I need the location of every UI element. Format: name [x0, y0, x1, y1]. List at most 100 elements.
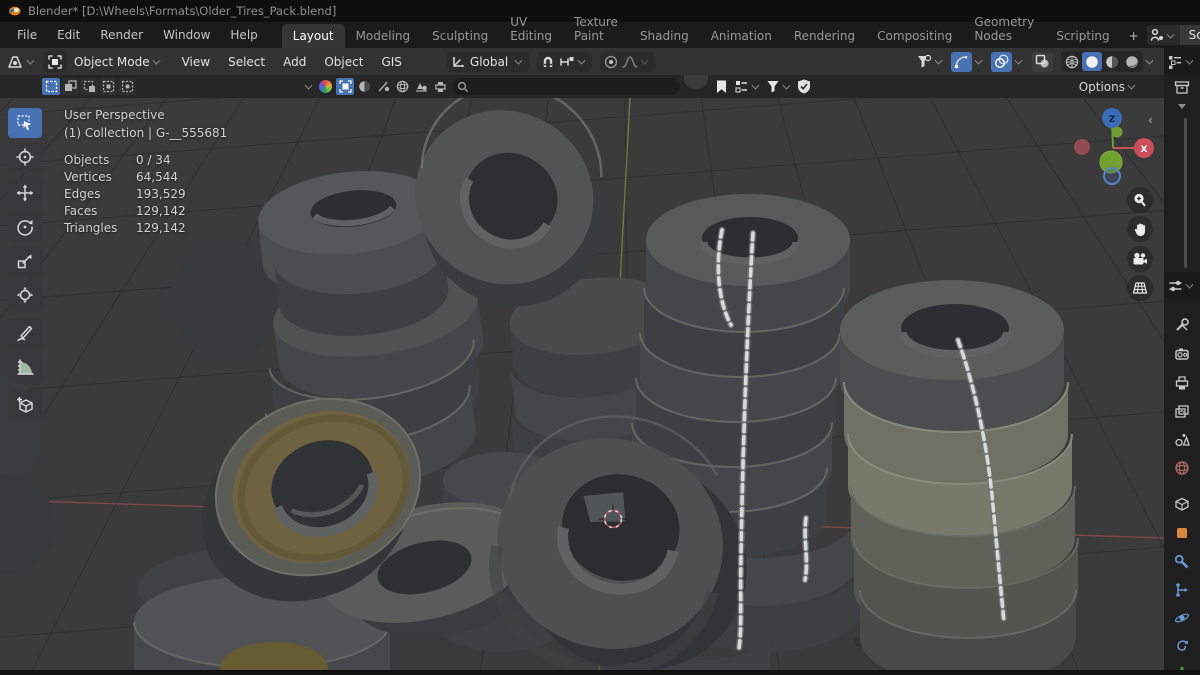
- blenderkit-hdr-button[interactable]: [393, 78, 411, 95]
- tab-texture-paint[interactable]: Texture Paint: [563, 10, 629, 48]
- perspective-toggle-button[interactable]: [1127, 275, 1153, 301]
- tab-shading[interactable]: Shading: [629, 24, 700, 48]
- menu-file[interactable]: File: [7, 24, 47, 46]
- menu-view[interactable]: View: [173, 51, 219, 73]
- blenderkit-assetbar-tab-icon[interactable]: [684, 75, 708, 89]
- properties-tab-physics[interactable]: [1164, 606, 1200, 630]
- select-mode-subtract-button[interactable]: [80, 78, 98, 95]
- select-mode-set-button[interactable]: [42, 78, 60, 95]
- zoom-button[interactable]: [1127, 187, 1153, 213]
- show-gizmo-toggle[interactable]: [951, 51, 972, 72]
- mode-icon-button[interactable]: [43, 51, 67, 72]
- add-workspace-button[interactable]: +: [1121, 24, 1147, 48]
- asset-library-button[interactable]: [735, 80, 762, 93]
- zoom-icon: [1134, 193, 1146, 207]
- menu-window[interactable]: Window: [153, 24, 220, 46]
- tool-move[interactable]: [8, 178, 42, 208]
- editor-type-button[interactable]: [6, 54, 37, 70]
- tool-scale[interactable]: [8, 246, 42, 276]
- properties-tab-particles[interactable]: [1164, 634, 1200, 658]
- chevron-down-icon: [1166, 30, 1175, 38]
- chevron-down-icon[interactable]: [304, 81, 313, 90]
- tool-measure[interactable]: [8, 352, 42, 382]
- tab-compositing[interactable]: Compositing: [866, 24, 963, 48]
- shading-rendered-button[interactable]: [1122, 52, 1142, 71]
- tab-layout[interactable]: Layout: [281, 24, 345, 48]
- pan-button[interactable]: [1127, 216, 1153, 242]
- transform-orientation[interactable]: Global: [446, 51, 530, 72]
- menu-edit[interactable]: Edit: [47, 24, 90, 46]
- properties-tab-view-layer[interactable]: [1164, 400, 1200, 424]
- blenderkit-brush-button[interactable]: [374, 78, 392, 95]
- outliner-scroll-up[interactable]: [1164, 100, 1200, 112]
- chevron-down-icon: [1145, 56, 1154, 65]
- outliner-filter-row[interactable]: [1164, 75, 1200, 100]
- gizmo-minus-z-ball[interactable]: [1103, 167, 1121, 185]
- tool-annotate[interactable]: [8, 318, 42, 348]
- menu-object[interactable]: Object: [315, 51, 372, 73]
- properties-tab-scene[interactable]: [1164, 428, 1200, 452]
- menu-select[interactable]: Select: [219, 51, 274, 73]
- properties-tab-modifiers[interactable]: [1164, 550, 1200, 574]
- properties-tab-constraints[interactable]: [1164, 578, 1200, 602]
- select-mode-extend-button[interactable]: [61, 78, 79, 95]
- tool-select-box[interactable]: [8, 108, 42, 138]
- outliner-header[interactable]: [1164, 48, 1200, 75]
- filter-button[interactable]: [766, 80, 793, 93]
- tool-rotate[interactable]: [8, 212, 42, 242]
- bookmark-icon[interactable]: [716, 80, 727, 94]
- shading-material-button[interactable]: [1102, 52, 1122, 71]
- menu-gis[interactable]: GIS: [372, 51, 410, 73]
- tab-modeling[interactable]: Modeling: [345, 24, 422, 48]
- blenderkit-printable-button[interactable]: [431, 78, 449, 95]
- gizmo-y-small-ball[interactable]: [1111, 126, 1123, 138]
- properties-header[interactable]: [1164, 272, 1200, 299]
- tab-rendering[interactable]: Rendering: [783, 24, 866, 48]
- select-mode-invert-button[interactable]: [99, 78, 117, 95]
- scene-name[interactable]: Scene: [1179, 25, 1200, 45]
- scene-browse-button[interactable]: [1146, 25, 1180, 45]
- tab-sculpting[interactable]: Sculpting: [421, 24, 499, 48]
- menu-help[interactable]: Help: [220, 24, 267, 46]
- outliner-scrollbar[interactable]: [1184, 118, 1187, 268]
- sidebar-collapse-arrow[interactable]: ‹: [1148, 113, 1153, 127]
- mode-selector[interactable]: Object Mode: [74, 55, 150, 69]
- shading-solid-button[interactable]: [1082, 52, 1102, 71]
- blenderkit-model-button[interactable]: [336, 78, 354, 95]
- object-types-visibility-button[interactable]: [916, 54, 945, 69]
- perspective-grid-icon: [1132, 282, 1148, 294]
- camera-view-button[interactable]: [1127, 246, 1153, 272]
- scene-canvas[interactable]: [0, 98, 1164, 675]
- menu-add[interactable]: Add: [274, 51, 315, 73]
- blenderkit-material-button[interactable]: [355, 78, 373, 95]
- gizmo-minus-x-ball[interactable]: [1074, 139, 1090, 155]
- options-dropdown[interactable]: Options: [1079, 80, 1138, 94]
- shading-wireframe-button[interactable]: [1062, 52, 1082, 71]
- blenderkit-scene-button[interactable]: [412, 78, 430, 95]
- menu-render[interactable]: Render: [90, 24, 153, 46]
- show-overlays-toggle[interactable]: [991, 51, 1012, 72]
- blenderkit-search-input[interactable]: [452, 78, 680, 95]
- xray-toggle[interactable]: [1032, 51, 1053, 72]
- tab-uv-editing[interactable]: UV Editing: [499, 10, 563, 48]
- tool-cursor[interactable]: [8, 142, 42, 172]
- proportional-editing[interactable]: [600, 51, 656, 72]
- chevron-down-icon: [514, 56, 523, 65]
- properties-tab-tool[interactable]: [1164, 313, 1200, 337]
- properties-tab-world[interactable]: [1164, 456, 1200, 480]
- tab-scripting[interactable]: Scripting: [1045, 24, 1120, 48]
- tab-geometry-nodes[interactable]: Geometry Nodes: [963, 10, 1045, 48]
- snap-controls[interactable]: [537, 51, 593, 72]
- properties-tab-collection[interactable]: [1164, 492, 1200, 516]
- viewport-3d[interactable]: Options User Perspective (1) Collection …: [0, 75, 1164, 675]
- navigation-gizmo[interactable]: Z X: [1068, 105, 1160, 197]
- select-mode-intersect-button[interactable]: [118, 78, 136, 95]
- bottom-edge-bar: [0, 670, 1200, 675]
- tab-animation[interactable]: Animation: [700, 24, 783, 48]
- properties-tab-output[interactable]: [1164, 371, 1200, 395]
- tool-transform[interactable]: [8, 280, 42, 310]
- properties-tab-object[interactable]: [1164, 521, 1200, 545]
- properties-tab-render[interactable]: [1164, 342, 1200, 366]
- verified-shield-icon[interactable]: [797, 79, 811, 94]
- tool-add-cube[interactable]: [8, 390, 42, 420]
